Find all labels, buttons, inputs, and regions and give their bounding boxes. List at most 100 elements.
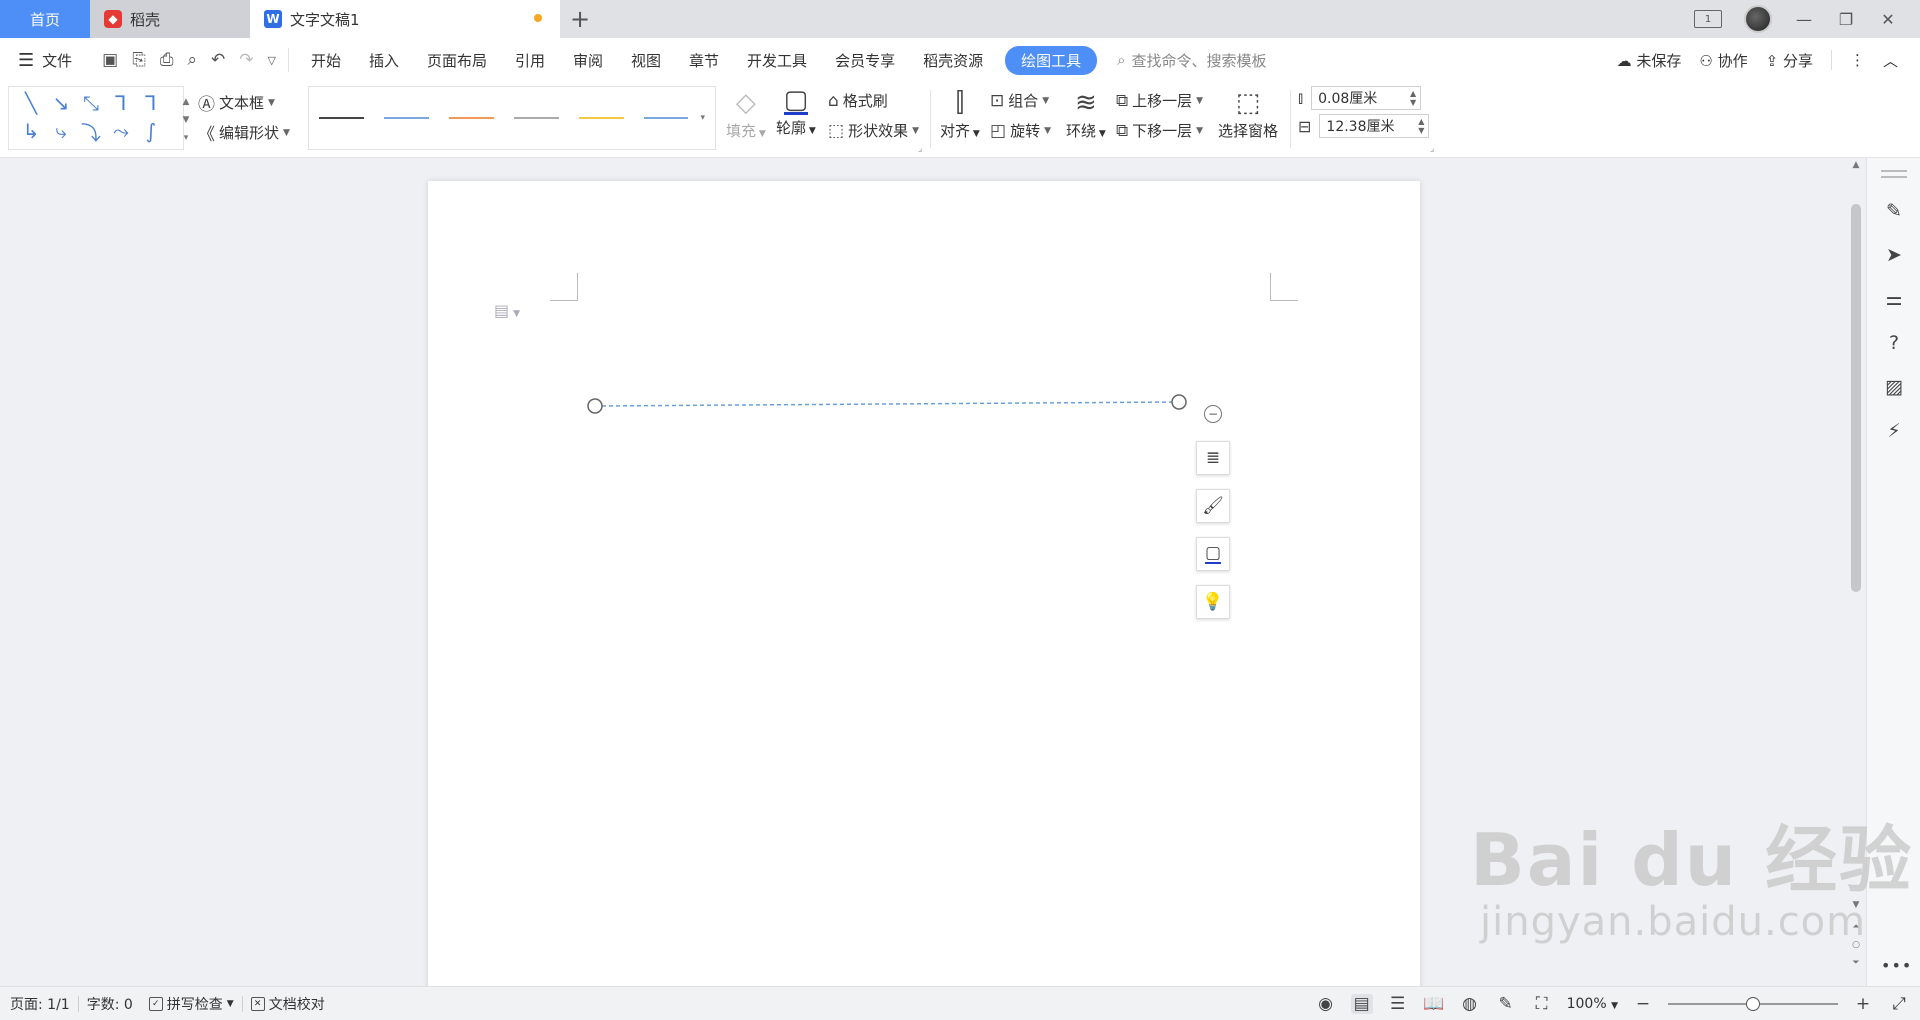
tab-document[interactable]: W 文字文稿1 [250,0,560,38]
document-proof-button[interactable]: ✕ 文档校对 [243,994,333,1014]
select-cursor-icon[interactable]: ➤ [1879,240,1909,270]
group-button[interactable]: ⊡ 组合 ▼ [990,90,1049,111]
menu-item-references[interactable]: 引用 [501,50,559,71]
zoom-in-icon[interactable]: + [1852,994,1874,1014]
line-style-sample[interactable] [643,117,689,119]
shape-effects-button[interactable]: ⬚ 形状效果 ▼ [828,120,919,141]
spinner-icon[interactable]: ▲ ▼ [1418,117,1424,135]
smart-tips-button[interactable]: 💡 [1196,585,1230,619]
eye-protection-icon[interactable]: ◉ [1315,994,1337,1014]
collapse-ribbon-icon[interactable]: ︿ [1883,50,1898,71]
edit-shape-button[interactable]: 《 编辑形状 ▼ [198,120,290,145]
line-style-sample[interactable] [319,117,364,119]
outline-view-icon[interactable]: ☰ [1387,994,1409,1014]
selected-line-shape[interactable] [428,181,1420,441]
export-pdf-icon[interactable]: ⎘ [132,50,146,70]
word-count[interactable]: 字数: 0 [79,994,141,1014]
menu-item-start[interactable]: 开始 [297,50,355,71]
window-layout-icon[interactable]: 1 [1694,10,1722,28]
elbow-connector-icon[interactable]: ⅂ [107,89,135,117]
collapse-minus-icon[interactable]: − [1204,405,1222,423]
curved-double-arrow-icon[interactable]: ⤳ [107,117,135,145]
new-tab-button[interactable]: + [560,0,600,38]
menu-item-drawing-tools[interactable]: 绘图工具 [1005,45,1098,75]
zoom-slider[interactable] [1668,997,1838,1011]
print-icon[interactable]: ⎙ [160,50,174,70]
double-arrow-shape-icon[interactable]: ⤡ [77,89,105,117]
layout-options-button[interactable]: ≣ [1196,441,1230,475]
write-mode-icon[interactable]: ✎ [1495,994,1517,1014]
zoom-out-icon[interactable]: − [1632,994,1654,1014]
line-style-sample[interactable] [448,117,494,119]
menu-item-member[interactable]: 会员专享 [821,50,909,71]
fullscreen-icon[interactable]: ⤢ [1888,994,1910,1014]
command-search[interactable]: ⌕ 查找命令、搜索模板 [1117,50,1266,71]
user-avatar[interactable] [1744,5,1772,33]
scroll-up-icon[interactable]: ▲ [1848,160,1864,170]
page-view-icon[interactable]: ▤ [1350,994,1373,1014]
reading-view-icon[interactable]: 📖 [1423,994,1445,1014]
menu-item-view[interactable]: 视图 [617,50,675,71]
restore-button[interactable]: ❐ [1836,10,1856,29]
line-gallery-expand-icon[interactable]: ▾ [700,113,705,123]
zoom-level[interactable]: 100% ▼ [1567,996,1618,1012]
image-edit-icon[interactable]: ▨ [1879,372,1909,402]
menu-item-review[interactable]: 审阅 [559,50,617,71]
arrow-shape-icon[interactable]: ↘ [47,89,75,117]
file-menu[interactable]: ☰ 文件 [0,50,90,71]
shape-height-input[interactable]: 0.08厘米 ▲ ▼ [1311,86,1422,110]
shape-gallery-scroll[interactable]: ▲ ▼ ▾ [181,93,191,147]
panel-handle-icon[interactable] [1881,170,1907,178]
more-vertical-icon[interactable]: ⋮ [1850,51,1865,69]
menu-item-section[interactable]: 章节 [675,50,733,71]
elbow-double-arrow-icon[interactable]: ↳ [17,117,45,145]
line-shape-path[interactable] [594,401,1180,407]
more-horizontal-icon[interactable]: ••• [1881,956,1912,975]
zoom-slider-knob[interactable] [1746,997,1760,1011]
edit-pen-icon[interactable]: ✎ [1879,196,1909,226]
shape-style-button[interactable]: 🖌 [1196,489,1230,523]
scrollbar-thumb[interactable] [1851,204,1861,592]
tab-daoke[interactable]: ◆ 稻壳 [90,0,250,38]
help-icon[interactable]: ? [1879,328,1909,358]
fit-page-icon[interactable]: ⛶ [1531,994,1553,1014]
line-start-handle[interactable] [587,398,603,414]
web-view-icon[interactable]: ◍ [1459,994,1481,1014]
customize-chevron-icon[interactable]: ▽ [267,54,275,67]
send-backward-button[interactable]: ⧉ 下移一层 ▼ [1116,120,1203,141]
dialog-launcher-icon[interactable]: ⌟ [918,144,922,154]
curved-arrow-connector-icon[interactable]: ⤵ [77,117,105,145]
menu-item-developer[interactable]: 开发工具 [733,50,821,71]
next-page-icon[interactable]: ⏷ [1848,958,1864,968]
save-icon[interactable]: ▣ [102,50,118,70]
document-page[interactable]: ▤ ▼ [428,181,1420,1020]
adjust-sliders-icon[interactable]: ⚌ [1879,284,1909,314]
minimize-button[interactable]: — [1794,10,1814,29]
print-preview-icon[interactable]: ⌕ [187,50,197,70]
textbox-button[interactable]: Ⓐ 文本框 ▼ [198,90,275,115]
line-end-handle[interactable] [1171,394,1187,410]
redo-icon[interactable]: ↷ [239,50,253,70]
share-button[interactable]: ⇪ 分享 [1766,50,1813,71]
page-count[interactable]: 页面: 1/1 [0,994,78,1014]
unsaved-button[interactable]: ☁ 未保存 [1617,50,1682,71]
fill-button[interactable]: ◇ 填充 ▼ [726,88,766,141]
shape-outline-button[interactable]: ▢ [1196,537,1230,571]
tab-home[interactable]: 首页 [0,0,90,38]
spell-check-button[interactable]: ✓ 拼写检查 ▼ [141,994,242,1014]
outline-button[interactable]: ▢ 轮廓 ▼ [776,87,816,138]
line-style-sample[interactable] [383,117,429,119]
close-button[interactable]: ✕ [1878,10,1898,29]
freeform-curve-icon[interactable]: ∫ [137,117,165,145]
line-style-sample[interactable] [513,117,559,119]
selection-pane-button[interactable]: ⬚ 选择窗格 [1218,88,1278,141]
shape-width-input[interactable]: 12.38厘米 ▲ ▼ [1319,114,1430,138]
menu-item-page-layout[interactable]: 页面布局 [413,50,501,71]
line-shape-icon[interactable]: ╲ [17,89,45,117]
collaborate-button[interactable]: ⚇ 协作 [1699,50,1747,71]
format-painter-button[interactable]: ⌂ 格式刷 [828,90,888,111]
align-button[interactable]: ⫿ 对齐 ▼ [940,88,980,141]
line-style-sample[interactable] [578,117,624,119]
menu-item-daoke-resources[interactable]: 稻壳资源 [909,50,997,71]
menu-item-insert[interactable]: 插入 [355,50,413,71]
